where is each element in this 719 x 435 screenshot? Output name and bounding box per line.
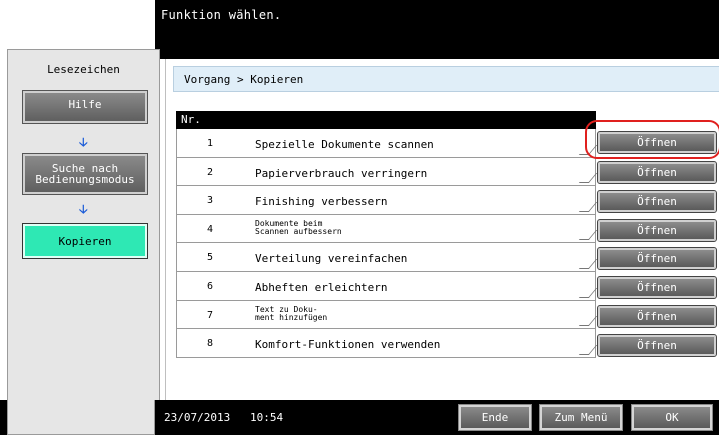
row-number: 7	[207, 309, 214, 321]
row-number: 3	[207, 195, 214, 207]
corner-mark	[578, 230, 598, 241]
breadcrumb-text: Vorgang > Kopieren	[184, 73, 304, 86]
message-bar: Funktion wählen.	[155, 0, 719, 59]
header-message: Funktion wählen.	[161, 8, 282, 22]
table-row[interactable]: 6 Abheften erleichtern	[176, 271, 598, 301]
corner-mark	[578, 258, 598, 269]
open-button[interactable]: Öffnen	[597, 334, 717, 357]
table-row[interactable]: 4 Dokumente beim Scannen aufbessern	[176, 214, 598, 244]
corner-mark	[578, 173, 598, 184]
top-left-corner	[0, 0, 155, 49]
table-header: Nr.	[176, 111, 596, 129]
status-bar-left	[7, 400, 155, 435]
open-button[interactable]: Öffnen	[597, 161, 717, 184]
open-button[interactable]: Öffnen	[597, 219, 717, 242]
row-label: Spezielle Dokumente scannen	[255, 138, 434, 151]
row-number: 8	[207, 338, 214, 350]
table-row[interactable]: 1 Spezielle Dokumente scannen	[176, 129, 598, 158]
row-label: Finishing verbessern	[255, 195, 388, 209]
row-label: Dokumente beim Scannen aufbessern	[255, 219, 342, 236]
arrow-down-icon: 🡣	[79, 202, 88, 216]
corner-mark	[578, 344, 598, 355]
status-time: 10:54	[250, 411, 284, 424]
ok-button[interactable]: OK	[631, 404, 713, 431]
help-button[interactable]: Hilfe	[22, 90, 148, 124]
corner-mark	[578, 287, 598, 298]
table-row[interactable]: 8 Komfort-Funktionen verwenden	[176, 329, 598, 358]
bookmark-title: Lesezeichen	[47, 63, 120, 76]
copy-bookmark-button[interactable]: Kopieren	[22, 223, 148, 259]
row-number: 6	[207, 280, 214, 292]
row-number: 5	[207, 252, 214, 264]
row-label: Papierverbrauch verringern	[255, 166, 428, 180]
row-number: 1	[207, 138, 214, 149]
table-row[interactable]: 3 Finishing verbessern	[176, 186, 598, 215]
row-label-line2: Scannen aufbessern	[255, 226, 342, 236]
corner-mark	[578, 316, 598, 327]
end-button[interactable]: Ende	[458, 404, 532, 431]
highlight-circle	[585, 120, 719, 159]
table-row[interactable]: 5 Verteilung vereinfachen	[176, 243, 598, 272]
main-panel: Vorgang > Kopieren Nr. 1 Spezielle Dokume…	[165, 59, 719, 400]
table-row[interactable]: 7 Text zu Doku-ment hinzufügen	[176, 300, 598, 330]
row-label: Verteilung vereinfachen	[255, 252, 408, 266]
table-row[interactable]: 2 Papierverbrauch verringern	[176, 157, 598, 187]
row-label: Text zu Doku-ment hinzufügen	[255, 305, 328, 322]
function-table: Nr. 1 Spezielle Dokumente scannen 2 Papier…	[176, 111, 598, 358]
row-number: 4	[207, 223, 214, 235]
row-label: Komfort-Funktionen verwenden	[255, 338, 441, 352]
mode-search-line2: Bedienungsmodus	[35, 173, 135, 186]
bookmark-panel: Lesezeichen Hilfe 🡣 Suche nach Bedienung…	[7, 49, 160, 400]
open-button[interactable]: Öffnen	[597, 247, 717, 270]
status-bar: 23/07/2013 10:54 Ende Zum Menü OK	[0, 400, 719, 435]
breadcrumb: Vorgang > Kopieren	[173, 66, 719, 92]
row-number: 2	[207, 166, 214, 178]
status-date: 23/07/2013	[164, 411, 231, 424]
arrow-down-icon: 🡣	[79, 135, 88, 149]
menu-button[interactable]: Zum Menü	[539, 404, 623, 431]
corner-mark	[578, 201, 598, 212]
open-button[interactable]: Öffnen	[597, 305, 717, 328]
mode-search-button[interactable]: Suche nach Bedienungsmodus	[22, 153, 148, 195]
row-label: Abheften erleichtern	[255, 280, 388, 294]
open-button[interactable]: Öffnen	[597, 276, 717, 299]
row-label-line2: ment hinzufügen	[255, 312, 328, 322]
open-button[interactable]: Öffnen	[597, 190, 717, 213]
